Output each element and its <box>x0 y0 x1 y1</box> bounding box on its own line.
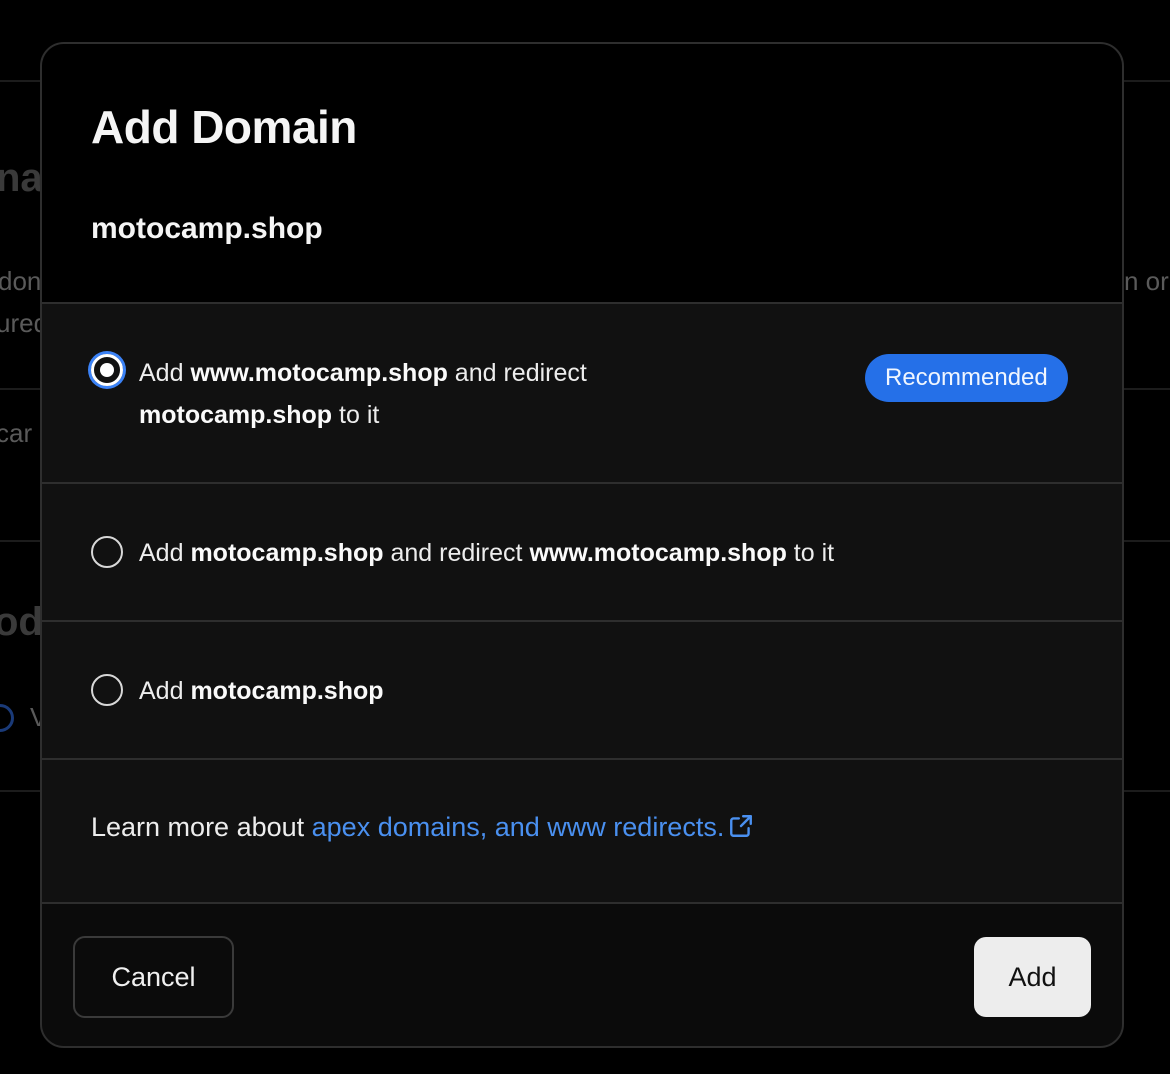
radio-apex-redirect[interactable] <box>91 536 123 568</box>
bg-text-fragment: n or <box>1124 266 1169 296</box>
learn-more-link[interactable]: apex domains, and www redirects. <box>312 812 755 842</box>
option-text: to it <box>786 539 835 567</box>
radio-www-redirect[interactable] <box>91 354 123 386</box>
option-text: to it <box>332 401 380 429</box>
option-www-redirect[interactable]: Add www.motocamp.shop and redirect motoc… <box>42 304 1122 484</box>
option-text: Add <box>139 677 191 705</box>
bg-title-fragment: od <box>0 600 43 644</box>
add-domain-dialog: Add Domain motocamp.shop Add www.motocam… <box>40 42 1124 1048</box>
recommended-badge: Recommended <box>865 354 1068 402</box>
option-domain-bold: motocamp.shop <box>190 677 384 705</box>
bg-text-fragment: car <box>0 418 33 448</box>
bg-status-dot <box>0 704 14 732</box>
option-text: Add <box>139 359 191 387</box>
learn-more-prefix: Learn more about <box>91 812 312 842</box>
option-apex-redirect[interactable]: Add motocamp.shop and redirect www.motoc… <box>42 484 1122 622</box>
learn-more-link-text: apex domains, and www redirects. <box>311 812 725 842</box>
option-label: Add motocamp.shop <box>139 670 384 712</box>
domain-name: motocamp.shop <box>91 212 323 245</box>
dialog-header: Add Domain motocamp.shop <box>42 44 1122 304</box>
dialog-footer: Cancel Add <box>42 902 1122 1046</box>
option-label: Add motocamp.shop and redirect www.motoc… <box>139 532 834 574</box>
option-domain-bold: www.motocamp.shop <box>190 359 448 387</box>
option-label: Add www.motocamp.shop and redirect motoc… <box>139 352 699 436</box>
bg-title-fragment: na <box>0 156 43 200</box>
learn-more-text: Learn more about apex domains, and www r… <box>91 812 754 846</box>
add-button[interactable]: Add <box>974 937 1091 1017</box>
option-domain-bold: motocamp.shop <box>139 401 333 429</box>
option-text: and redirect <box>383 539 530 567</box>
bg-text-fragment: don <box>0 266 42 296</box>
option-text: and redirect <box>447 359 587 387</box>
option-domain-bold: www.motocamp.shop <box>529 539 787 567</box>
option-text: Add <box>139 539 191 567</box>
external-link-icon <box>728 813 754 846</box>
cancel-button[interactable]: Cancel <box>73 936 234 1018</box>
option-apex-only[interactable]: Add motocamp.shop <box>42 622 1122 760</box>
option-domain-bold: motocamp.shop <box>190 539 384 567</box>
dialog-title: Add Domain <box>91 101 357 153</box>
radio-apex-only[interactable] <box>91 674 123 706</box>
